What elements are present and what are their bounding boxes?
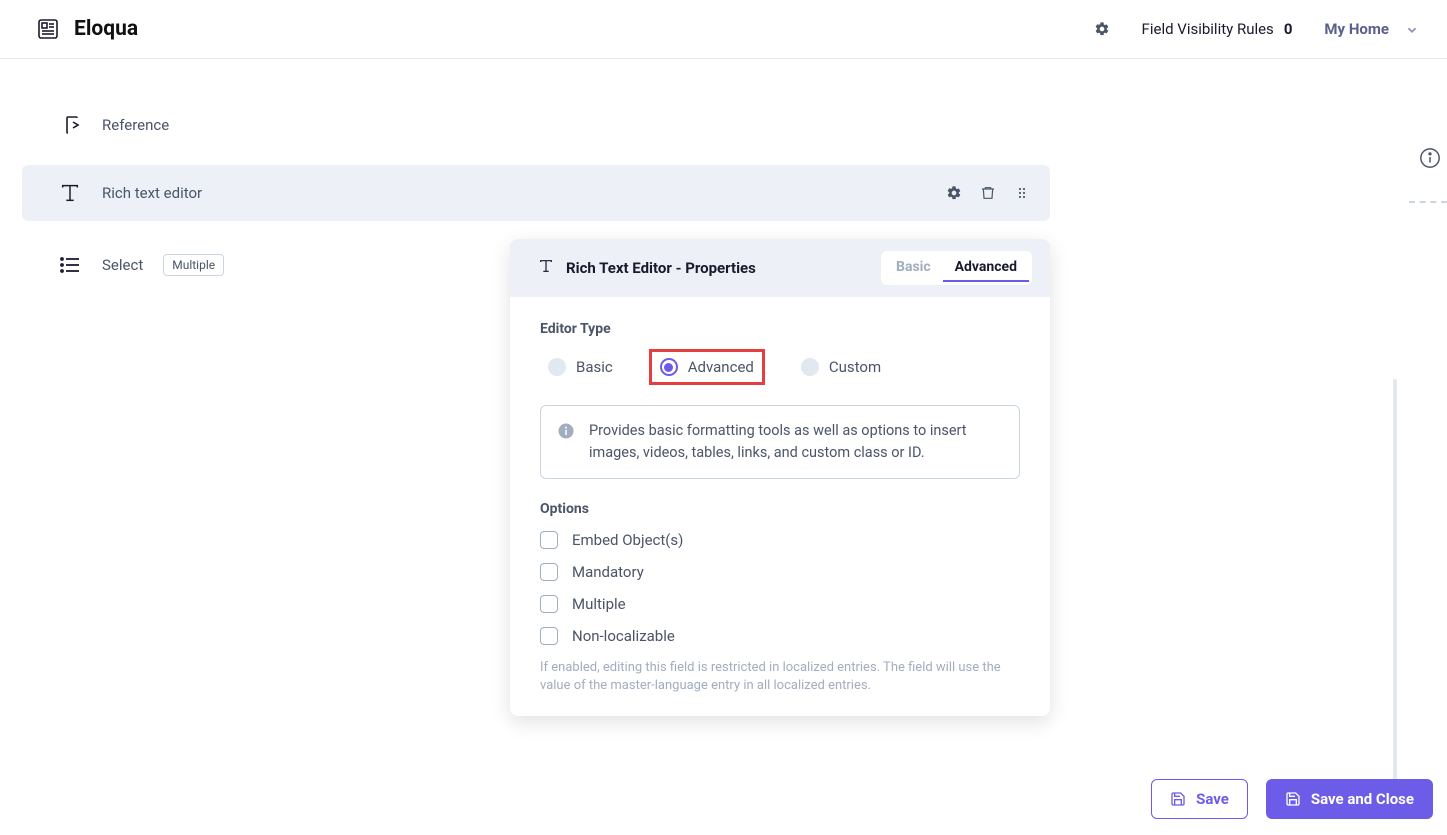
panel-title: Rich Text Editor - Properties: [566, 259, 756, 277]
trash-icon[interactable]: [980, 185, 996, 201]
footer-actions: Save Save and Close: [1151, 779, 1433, 819]
scrollbar[interactable]: [1393, 379, 1397, 809]
checkbox-label: Embed Object(s): [572, 531, 683, 549]
save-and-close-button[interactable]: Save and Close: [1266, 779, 1433, 819]
checkbox-embed[interactable]: Embed Object(s): [540, 531, 1020, 549]
checkbox-multiple[interactable]: Multiple: [540, 595, 1020, 613]
checkbox-icon: [540, 563, 558, 581]
field-visibility-rules[interactable]: Field Visibility Rules 0: [1142, 20, 1293, 38]
checkbox-non-localizable[interactable]: Non-localizable: [540, 627, 1020, 645]
info-box: Provides basic formatting tools as well …: [540, 405, 1020, 479]
field-label: Rich text editor: [102, 184, 202, 202]
list-icon: [58, 253, 82, 277]
fvr-count: 0: [1284, 20, 1293, 38]
drag-handle-icon[interactable]: [1014, 185, 1030, 201]
settings-icon[interactable]: [1094, 21, 1110, 37]
helper-text: If enabled, editing this field is restri…: [540, 659, 1020, 697]
options-label: Options: [540, 501, 1020, 517]
save-button[interactable]: Save: [1151, 779, 1248, 819]
radio-label: Custom: [829, 358, 881, 376]
multiple-badge: Multiple: [163, 254, 224, 276]
fvr-label: Field Visibility Rules: [1142, 20, 1274, 38]
gear-icon[interactable]: [946, 185, 962, 201]
field-row-reference[interactable]: Reference: [22, 97, 1050, 153]
save-icon: [1170, 791, 1186, 807]
info-icon: [557, 422, 575, 440]
button-label: Save: [1196, 790, 1229, 808]
tab-basic[interactable]: Basic: [884, 254, 943, 282]
radio-custom[interactable]: Custom: [793, 352, 889, 382]
page-title: Eloqua: [74, 17, 138, 41]
radio-icon: [548, 358, 566, 376]
checkbox-icon: [540, 595, 558, 613]
editor-type-radio-group: Basic Advanced Custom: [540, 349, 1020, 385]
tab-advanced[interactable]: Advanced: [943, 254, 1029, 282]
info-icon[interactable]: [1419, 147, 1441, 169]
checkbox-mandatory[interactable]: Mandatory: [540, 563, 1020, 581]
page-type-icon: [36, 17, 60, 41]
reference-icon: [58, 113, 82, 137]
button-label: Save and Close: [1311, 790, 1414, 808]
chevron-down-icon: [1405, 22, 1419, 36]
radio-label: Basic: [576, 358, 613, 376]
checkbox-icon: [540, 627, 558, 645]
checkbox-icon: [540, 531, 558, 549]
checkbox-label: Non-localizable: [572, 627, 675, 645]
app-header: Eloqua Field Visibility Rules 0 My Home: [0, 0, 1447, 59]
my-home-label: My Home: [1324, 20, 1389, 38]
info-text: Provides basic formatting tools as well …: [589, 420, 1003, 464]
properties-panel: Rich Text Editor - Properties Basic Adva…: [510, 239, 1050, 716]
radio-icon: [801, 358, 819, 376]
text-icon: [58, 181, 82, 205]
checkbox-label: Multiple: [572, 595, 626, 613]
radio-label: Advanced: [688, 358, 754, 376]
text-icon: [538, 258, 554, 278]
insert-indicator: [1409, 201, 1447, 203]
radio-basic[interactable]: Basic: [540, 352, 621, 382]
my-home-dropdown[interactable]: My Home: [1324, 14, 1419, 44]
save-icon: [1285, 791, 1301, 807]
radio-advanced[interactable]: Advanced: [649, 349, 765, 385]
panel-tabs: Basic Advanced: [881, 251, 1032, 285]
field-row-rte[interactable]: Rich text editor: [22, 165, 1050, 221]
checkbox-label: Mandatory: [572, 563, 644, 581]
field-label: Reference: [102, 116, 169, 134]
editor-type-label: Editor Type: [540, 321, 1020, 337]
field-label: Select: [102, 256, 143, 274]
radio-icon: [660, 358, 678, 376]
